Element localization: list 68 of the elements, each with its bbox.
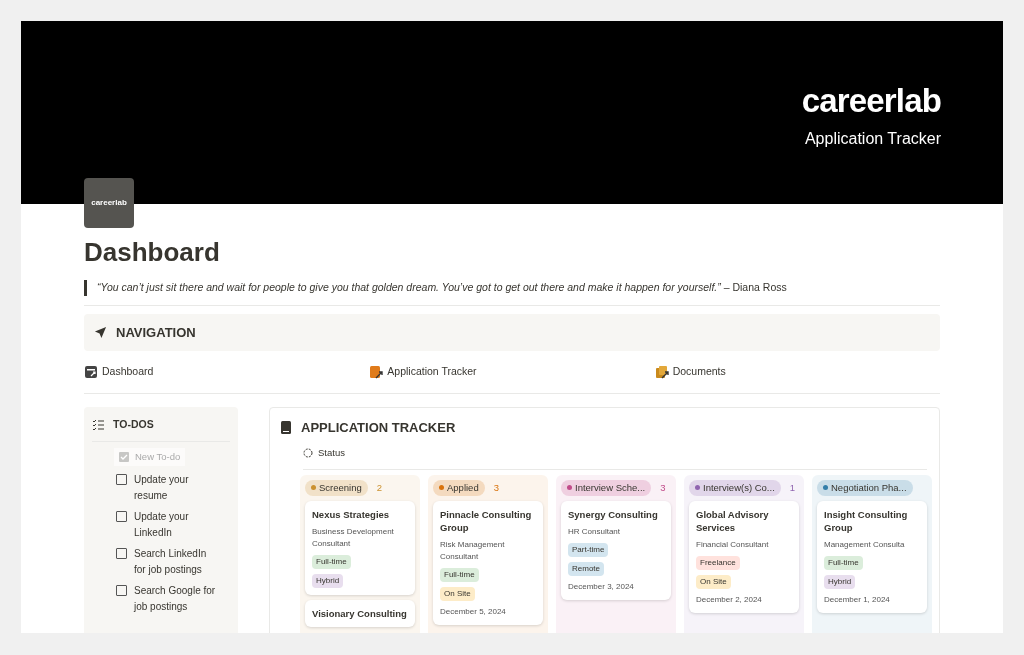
checkbox[interactable] xyxy=(116,547,127,559)
company-name: Pinnacle Consulting Group xyxy=(440,507,533,534)
page-title: Dashboard xyxy=(84,236,221,268)
checkbox[interactable] xyxy=(116,510,127,522)
application-card[interactable]: Synergy Consulting HR Consultant Part-time Remote December 3, 2024 xyxy=(561,500,671,600)
status-pill[interactable]: Negotiation Pha... xyxy=(817,479,913,496)
checkbox[interactable] xyxy=(116,473,127,485)
count: 3 xyxy=(493,480,499,495)
company-name: Visionary Consulting xyxy=(312,606,407,620)
count: 2 xyxy=(376,480,383,495)
page-icon: careerlab xyxy=(84,178,134,228)
todo-label: Search LinkedIn for job postings xyxy=(134,546,208,577)
status-pill[interactable]: Interview Sche... xyxy=(561,479,652,496)
todo-label: Update your resume xyxy=(134,472,190,503)
tag: Remote xyxy=(568,561,604,576)
application-card[interactable]: Visionary Consulting xyxy=(305,599,415,627)
application-card[interactable]: Insight Consulting Group Management Consulta Full-time Hybrid December 1, 2024 xyxy=(817,500,927,613)
tag: On Site xyxy=(696,574,731,589)
todo-label: Search Google for job postings xyxy=(134,583,217,614)
company-name: Global Advisory Services xyxy=(696,507,770,534)
tag: Freelance xyxy=(696,555,740,570)
job-title: Financial Consultant xyxy=(696,538,769,551)
window-icon xyxy=(84,365,98,380)
company-name: Nexus Strategies xyxy=(312,507,390,521)
count: 1 xyxy=(789,480,796,495)
company-name: Insight Consulting Group xyxy=(824,507,909,534)
job-title: Business Development Consultant xyxy=(312,525,395,550)
job-title: HR Consultant xyxy=(568,525,621,538)
tag: Full-time xyxy=(440,567,479,582)
navigation-arrow-icon xyxy=(94,325,107,339)
status-pill[interactable]: Applied xyxy=(433,479,485,496)
application-card[interactable]: Pinnacle Consulting Group Risk Management Consultant Full-time On Site December 5, 2024 xyxy=(433,500,543,625)
loading-circle-icon xyxy=(303,448,313,459)
company-name: Synergy Consulting xyxy=(568,507,658,521)
tag: Full-time xyxy=(824,555,863,570)
tag: Full-time xyxy=(312,554,351,569)
date: December 2, 2024 xyxy=(696,593,762,606)
section-title: NAVIGATION xyxy=(116,323,196,342)
banner-subtitle: Application Tracker xyxy=(804,128,941,149)
tag: Hybrid xyxy=(824,574,856,589)
nav-link[interactable]: Application Tracker xyxy=(369,363,655,381)
application-card[interactable]: Nexus Strategies Business Development Consultant Full-time Hybrid xyxy=(305,500,415,595)
status-pill[interactable]: Screening xyxy=(305,479,368,496)
document-icon xyxy=(369,365,384,380)
tag: On Site xyxy=(440,586,475,601)
section-title: TO-DOS xyxy=(113,416,154,432)
status-view-tab[interactable]: Status xyxy=(303,446,345,461)
tag: Hybrid xyxy=(312,573,344,588)
checkbox[interactable] xyxy=(116,584,127,596)
tag: Part-time xyxy=(568,542,609,557)
folder-icon xyxy=(654,365,669,380)
job-title: Risk Management Consultant xyxy=(440,538,506,563)
status-pill[interactable]: Interview(s) Co... xyxy=(689,479,781,496)
date: December 5, 2024 xyxy=(440,605,506,618)
checklist-icon xyxy=(92,418,105,431)
date: December 3, 2024 xyxy=(568,580,634,593)
book-icon xyxy=(281,421,291,434)
quote: “You can’t just sit there and wait for people to give you that golden dream. You’ve got to get out there and make it happen for yourself.” – Diana Ross xyxy=(97,280,787,295)
nav-link[interactable]: Dashboard xyxy=(84,363,370,381)
todo-label: Update your LinkedIn xyxy=(134,509,190,540)
date: December 1, 2024 xyxy=(824,593,890,606)
job-title: Management Consulta xyxy=(824,538,905,551)
checkbox-icon xyxy=(119,451,129,462)
application-card[interactable]: Global Advisory Services Financial Consultant Freelance On Site December 2, 2024 xyxy=(689,500,799,613)
section-title: APPLICATION TRACKER xyxy=(301,418,456,437)
count: 3 xyxy=(660,480,666,495)
brand-logo: careerlab xyxy=(801,80,941,121)
nav-link[interactable]: Documents xyxy=(654,363,940,381)
